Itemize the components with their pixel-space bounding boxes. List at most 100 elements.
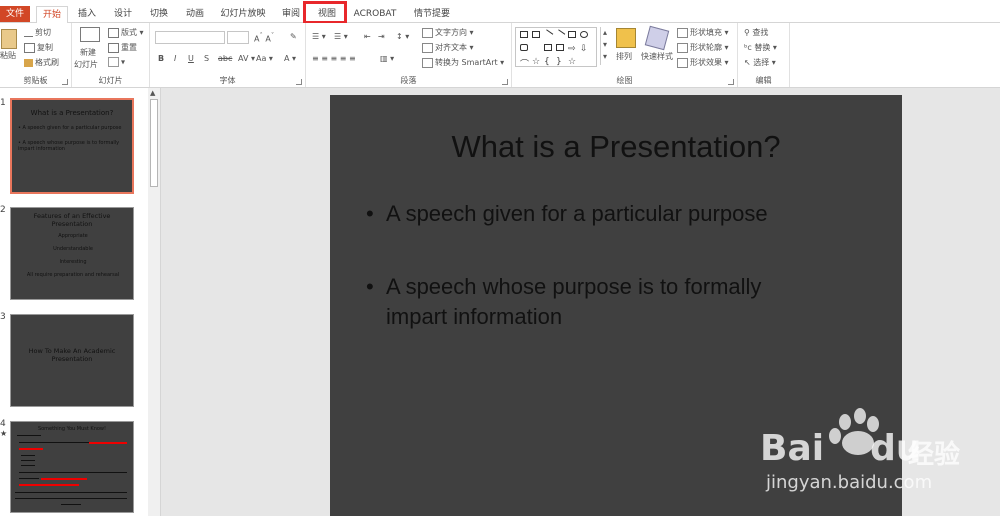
select-button[interactable]: ↖ 选择 ▾ bbox=[744, 57, 776, 68]
clear-format-icon[interactable]: ✎ bbox=[290, 32, 297, 41]
clipboard-launcher[interactable] bbox=[62, 79, 68, 85]
spacing-button[interactable]: AV ▾ bbox=[238, 54, 255, 63]
tab-review[interactable]: 审阅 bbox=[278, 6, 304, 22]
section-button[interactable]: ▾ bbox=[108, 57, 125, 67]
tab-home[interactable]: 开始 bbox=[36, 6, 68, 24]
smartart-button[interactable]: 转换为 SmartArt ▾ bbox=[422, 57, 504, 68]
thumb-text-line bbox=[21, 455, 35, 456]
brace2-shape-icon[interactable]: } bbox=[556, 57, 564, 67]
italic-button[interactable]: I bbox=[174, 54, 176, 63]
new-slide-dropdown[interactable]: 幻灯片 bbox=[74, 59, 98, 70]
arrow-shape-icon[interactable] bbox=[554, 29, 566, 40]
cut-button[interactable]: 剪切 bbox=[24, 27, 51, 38]
watermark-url: jingyan.baidu.com bbox=[766, 472, 933, 493]
arrange-button[interactable]: 排列 bbox=[616, 51, 632, 62]
shape-effects-button[interactable]: 形状效果 ▾ bbox=[677, 57, 729, 68]
animation-star-icon: ★ bbox=[0, 429, 8, 438]
slide-thumbnail-1[interactable]: What is a Presentation? • A speech given… bbox=[10, 98, 134, 194]
watermark-cn: 经验 bbox=[908, 440, 961, 470]
paste-button[interactable]: 粘贴 bbox=[0, 50, 16, 61]
rectangle-shape-icon[interactable] bbox=[520, 31, 528, 38]
thumb-text-line bbox=[15, 492, 127, 493]
textbox-shape-icon[interactable] bbox=[532, 31, 540, 38]
triangle-shape-icon[interactable] bbox=[532, 44, 540, 51]
slide-number: 4 bbox=[0, 419, 6, 429]
brace-shape-icon[interactable]: { bbox=[544, 57, 552, 67]
scrollbar-thumb[interactable] bbox=[150, 99, 158, 187]
elbow-shape-icon[interactable] bbox=[556, 44, 564, 51]
slides-label: 幻灯片 bbox=[98, 76, 123, 85]
bullets-button[interactable]: ☰ ▾ bbox=[312, 32, 326, 41]
rounded-rect-shape-icon[interactable] bbox=[520, 44, 528, 51]
font-name-box[interactable] bbox=[155, 31, 225, 44]
slide-title[interactable]: What is a Presentation? bbox=[330, 129, 902, 165]
square-shape-icon[interactable] bbox=[568, 31, 576, 38]
thumb-title: Something You Must Know! bbox=[37, 426, 107, 432]
line-spacing-button[interactable]: ↕ ▾ bbox=[396, 32, 409, 41]
font-size-box[interactable] bbox=[227, 31, 249, 44]
paragraph-launcher[interactable] bbox=[502, 79, 508, 85]
down-arrow-shape-icon[interactable]: ⇩ bbox=[580, 44, 588, 54]
layout-button[interactable]: 版式 ▾ bbox=[108, 27, 144, 38]
scroll-up-icon[interactable]: ▲ bbox=[150, 89, 155, 97]
numbering-button[interactable]: ☰ ▾ bbox=[334, 32, 348, 41]
font-color-button[interactable]: A ▾ bbox=[284, 54, 296, 63]
bold-button[interactable]: B bbox=[158, 54, 164, 63]
thumb-line: • A speech whose purpose is to formally … bbox=[18, 140, 120, 152]
new-slide-button[interactable]: 新建 bbox=[80, 47, 96, 58]
font-label: 字体 bbox=[219, 76, 236, 85]
increase-indent-button[interactable]: ⇥ bbox=[378, 32, 385, 41]
right-arrow-shape-icon[interactable]: ⇨ bbox=[568, 44, 576, 54]
shapes-gallery[interactable]: ⇨ ⇩ ⌒ ☆ { } ☆ bbox=[515, 27, 597, 70]
brush-icon bbox=[24, 58, 33, 67]
slide-thumbnail-2[interactable]: Features of an Effective Presentation Ap… bbox=[10, 207, 134, 300]
tab-insert[interactable]: 插入 bbox=[74, 6, 100, 22]
text-direction-button[interactable]: 文字方向 ▾ bbox=[422, 27, 474, 38]
reset-button[interactable]: 重置 bbox=[108, 42, 137, 53]
view-tab-highlight bbox=[303, 1, 347, 24]
decrease-indent-button[interactable]: ⇤ bbox=[364, 32, 371, 41]
format-painter-button[interactable]: 格式刷 bbox=[24, 57, 59, 68]
paste-icon bbox=[1, 29, 17, 49]
change-case-button[interactable]: Aa ▾ bbox=[256, 54, 273, 63]
tab-acrobat[interactable]: ACROBAT bbox=[350, 6, 400, 22]
slide-thumbnail-pane: 1 What is a Presentation? • A speech giv… bbox=[0, 88, 149, 516]
bullet-text: impart information bbox=[386, 304, 563, 329]
shadow-button[interactable]: S bbox=[204, 54, 209, 63]
find-button[interactable]: ⚲ 查找 bbox=[744, 27, 768, 38]
shapes-scroll[interactable]: ▴ ▾ ▾ bbox=[600, 27, 609, 65]
line-shape-icon[interactable] bbox=[542, 29, 554, 40]
star-shape-icon[interactable]: ☆ bbox=[532, 57, 540, 67]
columns-button[interactable]: ▥ ▾ bbox=[380, 54, 394, 63]
connector-shape-icon[interactable] bbox=[544, 44, 552, 51]
thumb-red-line bbox=[19, 484, 79, 486]
replace-button[interactable]: ᵇc 替换 ▾ bbox=[744, 42, 777, 53]
bullet-dot: • bbox=[366, 274, 374, 299]
underline-button[interactable]: U bbox=[188, 54, 194, 63]
tab-file[interactable]: 文件 bbox=[0, 6, 30, 22]
slide-thumbnail-3[interactable]: How To Make An Academic Presentation bbox=[10, 314, 134, 407]
layout-icon bbox=[108, 27, 119, 38]
tab-design[interactable]: 设计 bbox=[110, 6, 136, 22]
drawing-label: 绘图 bbox=[616, 76, 633, 85]
tab-animations[interactable]: 动画 bbox=[182, 6, 208, 22]
tab-slideshow[interactable]: 幻灯片放映 bbox=[218, 6, 268, 22]
shape-fill-button[interactable]: 形状填充 ▾ bbox=[677, 27, 729, 38]
drawing-launcher[interactable] bbox=[728, 79, 734, 85]
font-launcher[interactable] bbox=[296, 79, 302, 85]
copy-button[interactable]: 复制 bbox=[24, 42, 53, 53]
shape-outline-button[interactable]: 形状轮廓 ▾ bbox=[677, 42, 729, 53]
align-text-button[interactable]: 对齐文本 ▾ bbox=[422, 42, 474, 53]
thumb-text-line bbox=[21, 465, 35, 466]
lshape-shape-icon[interactable]: ⌒ bbox=[520, 57, 529, 70]
tab-transitions[interactable]: 切换 bbox=[146, 6, 172, 22]
strikethrough-button[interactable]: abc bbox=[218, 54, 232, 63]
star2-shape-icon[interactable]: ☆ bbox=[568, 57, 576, 67]
tab-storyboard[interactable]: 情节提要 bbox=[410, 6, 454, 22]
oval-shape-icon[interactable] bbox=[580, 31, 588, 38]
thumbnail-scrollbar[interactable]: ▲ bbox=[148, 88, 161, 516]
font-grow-shrink[interactable]: Aˆ Aˇ bbox=[254, 32, 274, 44]
align-buttons[interactable]: ≡ ≡ ≡ ≡ ≡ bbox=[312, 54, 356, 63]
quick-styles-button[interactable]: 快速样式 bbox=[641, 51, 673, 62]
slide-thumbnail-4[interactable]: Something You Must Know! bbox=[10, 421, 134, 513]
